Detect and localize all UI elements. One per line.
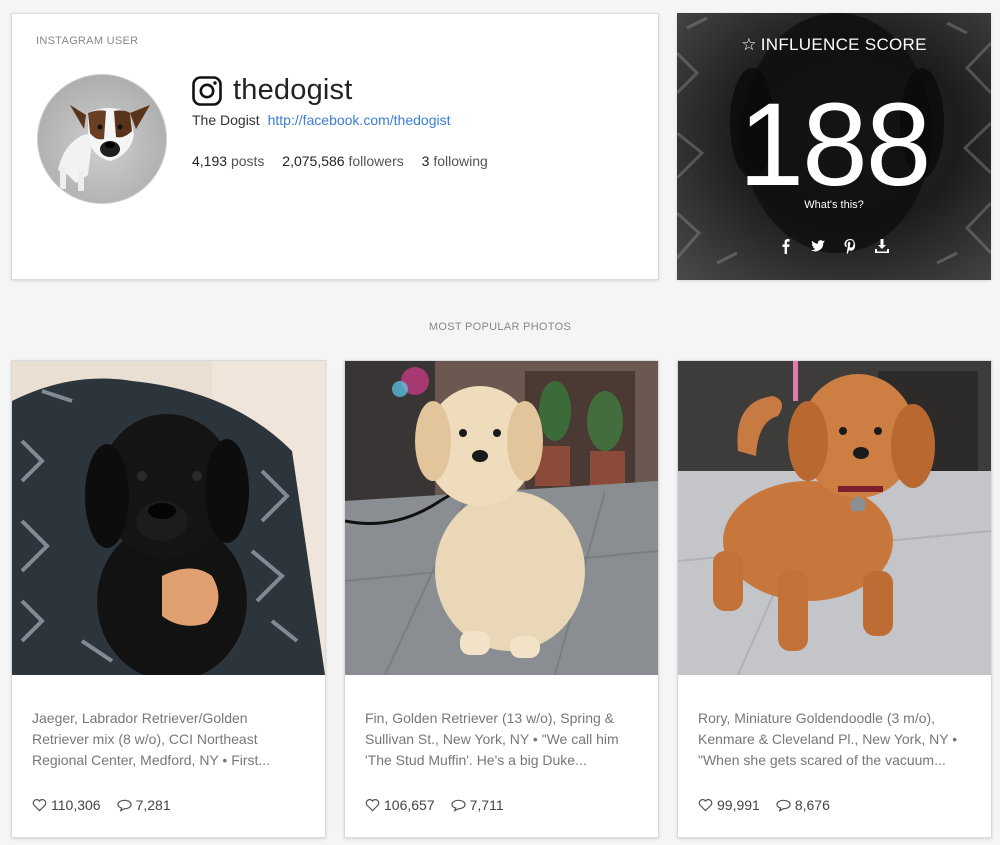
share-bar	[677, 238, 991, 254]
username: thedogist	[233, 74, 353, 106]
posts-stat: 4,193 posts	[192, 153, 264, 169]
star-icon: ☆	[741, 35, 757, 54]
heart-icon	[698, 799, 713, 812]
comment-icon	[450, 799, 466, 812]
influence-score-card: ☆ INFLUENCE SCORE 188 What's this?	[677, 13, 991, 280]
followers-stat: 2,075,586 followers	[282, 153, 403, 169]
comments-count: 8,676	[794, 797, 830, 813]
photo-card[interactable]: Rory, Miniature Goldendoodle (3 m/o), Ke…	[677, 360, 992, 838]
comments-count: 7,281	[135, 797, 171, 813]
download-icon[interactable]	[874, 238, 890, 254]
likes-count: 99,991	[717, 797, 760, 813]
photo-caption: Fin, Golden Retriever (13 w/o), Spring &…	[365, 710, 619, 768]
score-title-text: INFLUENCE SCORE	[760, 35, 927, 54]
facebook-icon[interactable]	[778, 238, 794, 254]
photo-thumbnail[interactable]	[12, 361, 325, 675]
profile-stats: 4,193 posts 2,075,586 followers 3 follow…	[192, 153, 502, 169]
display-name: The Dogist	[192, 112, 260, 128]
likes-count: 110,306	[51, 797, 101, 813]
photo-thumbnail[interactable]	[345, 361, 658, 675]
photo-stats: 99,991 8,676	[698, 797, 846, 813]
followers-count: 2,075,586	[282, 153, 345, 169]
photo-caption: Rory, Miniature Goldendoodle (3 m/o), Ke…	[698, 710, 958, 768]
following-label: following	[433, 153, 488, 169]
following-count: 3	[421, 153, 430, 169]
following-stat: 3 following	[422, 153, 488, 169]
photo-card[interactable]: Jaeger, Labrador Retriever/Golden Retrie…	[11, 360, 326, 838]
profile-link[interactable]: http://facebook.com/thedogist	[268, 112, 451, 128]
profile-card: INSTAGRAM USER thedogist The Dogist http…	[11, 13, 659, 280]
comment-icon	[776, 799, 791, 812]
score-value: 188	[738, 79, 932, 211]
section-label-most-popular-photos: MOST POPULAR PHOTOS	[428, 321, 572, 333]
pinterest-icon[interactable]	[842, 238, 858, 254]
heart-icon	[365, 799, 380, 812]
followers-label: followers	[348, 153, 404, 169]
likes-count: 106,657	[384, 797, 435, 813]
whats-this-link[interactable]: What's this?	[677, 199, 991, 211]
comments-count: 7,711	[469, 797, 504, 813]
bio: The Dogist http://facebook.com/thedogist	[192, 112, 450, 128]
photo-caption: Jaeger, Labrador Retriever/Golden Retrie…	[32, 710, 271, 768]
comment-icon	[116, 799, 132, 812]
twitter-icon[interactable]	[810, 238, 826, 254]
posts-label: posts	[230, 153, 265, 169]
posts-count: 4,193	[192, 153, 228, 169]
heart-icon	[32, 799, 47, 812]
section-label-instagram-user: INSTAGRAM USER	[36, 35, 139, 47]
instagram-icon	[192, 76, 222, 106]
score-title: ☆ INFLUENCE SCORE	[677, 35, 991, 55]
photo-card[interactable]: Fin, Golden Retriever (13 w/o), Spring &…	[344, 360, 659, 838]
photo-stats: 110,306 7,281	[32, 797, 187, 813]
photo-stats: 106,657 7,711	[365, 797, 520, 813]
photo-thumbnail[interactable]	[678, 361, 991, 675]
avatar	[37, 74, 167, 204]
